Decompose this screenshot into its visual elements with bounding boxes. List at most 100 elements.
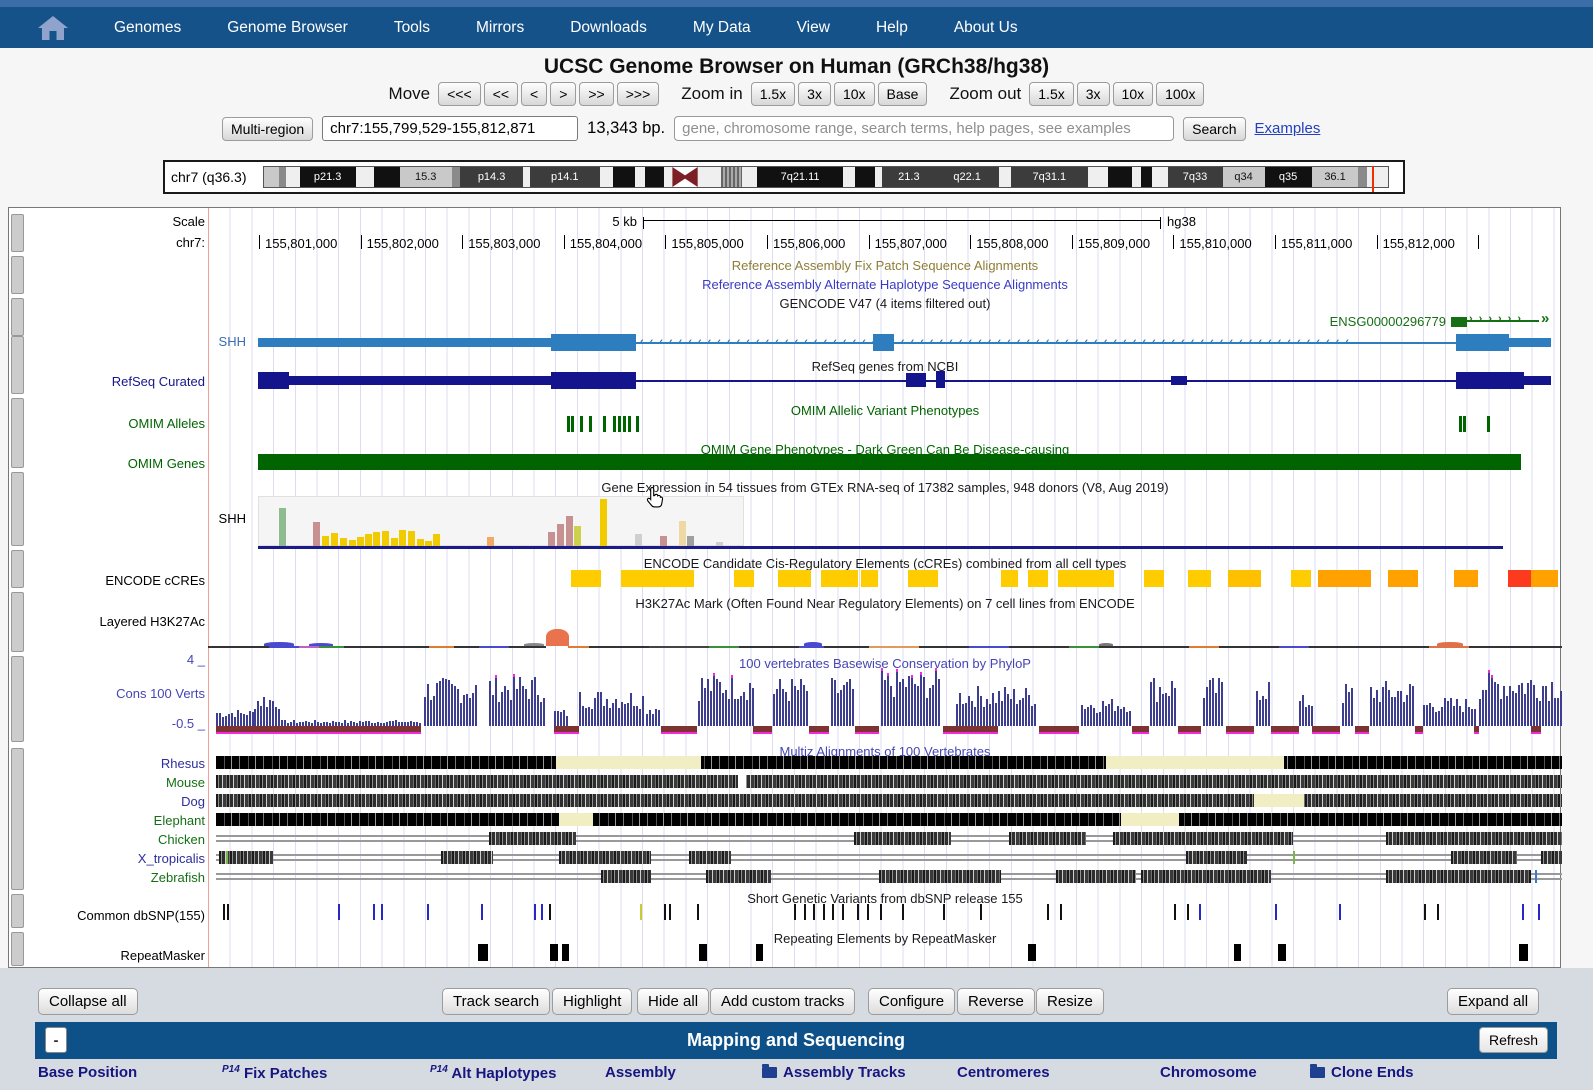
track-handle[interactable] [11,214,24,252]
align-block[interactable] [689,851,731,864]
title-cons[interactable]: 100 vertebrates Basewise Conservation by… [208,656,1562,671]
ideo-band[interactable] [664,167,672,187]
nav-tools[interactable]: Tools [394,19,430,37]
omim-variant-tick[interactable] [623,416,626,432]
omim-variant-tick[interactable] [603,416,606,432]
align-block[interactable] [1009,832,1086,845]
ideo-band[interactable] [1132,167,1140,187]
gtex-bar[interactable] [357,537,364,546]
position-input[interactable] [322,116,578,141]
title-repeat[interactable]: Repeating Elements by RepeatMasker [208,931,1562,946]
omim-variant-tick[interactable] [571,416,574,432]
exon-block[interactable] [1456,372,1524,389]
snp-tick[interactable] [1522,904,1524,920]
track-handle[interactable] [11,398,24,468]
snp-tick[interactable] [1275,904,1277,920]
ccre-box[interactable] [1144,570,1164,587]
refseq-track-label[interactable]: RefSeq Curated [33,374,205,389]
ccre-box[interactable] [1388,570,1418,587]
exon-block[interactable] [1456,334,1509,351]
ideo-band[interactable] [452,167,460,187]
ideo-band[interactable] [721,167,741,187]
refresh-button[interactable]: Refresh [1479,1027,1548,1053]
ideo-band-21.3[interactable]: 21.3 [882,167,936,187]
snp-tick[interactable] [880,904,882,920]
track-display[interactable]: Scale 5 kb hg38 chr7: 155,801,000155,802… [8,207,1561,968]
ideo-band[interactable] [264,167,279,187]
snp-tick[interactable] [427,904,429,920]
gtex-bar[interactable] [382,531,389,546]
track-search-button[interactable]: Track search [442,988,550,1015]
snp-track-label[interactable]: Common dbSNP(155) [33,908,205,923]
ccre-box[interactable] [734,570,754,587]
repeat-box[interactable] [1028,944,1036,961]
track-link-alt-haplotypes[interactable]: P14 Alt Haplotypes [430,1064,556,1082]
snp-tick[interactable] [832,904,834,920]
ideo-band[interactable] [672,167,697,187]
ccre-box[interactable] [571,570,601,587]
ccre-box[interactable] [1318,570,1371,587]
exon-block[interactable] [258,372,289,389]
h3k-peak[interactable] [546,629,569,646]
ccre-box[interactable] [821,570,858,587]
track-handle[interactable] [11,894,24,928]
align-block[interactable] [1386,832,1562,845]
ccre-box[interactable] [621,570,694,587]
gtex-bar[interactable] [408,531,415,546]
exon-block[interactable] [551,334,636,351]
ideo-band[interactable] [855,167,875,187]
align-block[interactable] [1386,870,1531,883]
align-row-rhesus[interactable] [216,756,1562,769]
ideo-band-q35[interactable]: q35 [1265,167,1312,187]
repeat-box[interactable] [550,944,558,961]
ideo-band[interactable] [613,167,635,187]
omim-variant-tick[interactable] [1459,416,1462,432]
zoom-in-10x[interactable]: 10x [834,82,875,106]
ccre-box[interactable] [1508,570,1531,587]
exon-block[interactable] [258,338,551,347]
align-block[interactable] [1186,851,1247,864]
gtex-bar[interactable] [635,534,642,546]
ideo-band[interactable] [645,167,664,187]
gtex-bar[interactable] [331,533,338,546]
ccre-box[interactable] [1228,570,1261,587]
align-block[interactable] [489,832,576,845]
omim-variant-tick[interactable] [567,416,570,432]
zoom-out-10x[interactable]: 10x [1113,82,1154,106]
ccre-box[interactable] [1028,570,1048,587]
move->[interactable]: > [550,82,576,106]
ideo-band[interactable] [1367,167,1388,187]
ensg-label[interactable]: ENSG00000296779 [208,314,1446,329]
exon-block[interactable] [906,373,926,387]
ccre-box[interactable] [1454,570,1478,587]
ccre-box[interactable] [778,570,811,587]
gtex-bar[interactable] [557,524,564,546]
ideo-band[interactable] [999,167,1011,187]
track-link-assembly-tracks[interactable]: Assembly Tracks [762,1064,906,1081]
align-block[interactable] [1451,851,1517,864]
snp-tick[interactable] [823,904,825,920]
align-line-x_tropicalis[interactable] [216,851,1562,864]
ideo-band[interactable] [374,167,399,187]
ideo-band[interactable] [600,167,614,187]
multi-region-button[interactable]: Multi-region [222,117,313,141]
nav-my-data[interactable]: My Data [693,19,751,37]
snp-tick[interactable] [1060,904,1062,920]
exon-block[interactable] [1171,376,1187,385]
nav-view[interactable]: View [797,19,830,37]
ideo-band-q34[interactable]: q34 [1223,167,1265,187]
ideo-band-7q33[interactable]: 7q33 [1168,167,1223,187]
ideo-band[interactable] [1108,167,1132,187]
zoom-in-1.5x[interactable]: 1.5x [751,82,795,106]
ccre-box[interactable] [1531,570,1558,587]
nav-mirrors[interactable]: Mirrors [476,19,524,37]
zoom-in-Base[interactable]: Base [878,82,928,106]
species-label-rhesus[interactable]: Rhesus [33,756,205,771]
omim-variant-tick[interactable] [580,416,583,432]
title-ccre[interactable]: ENCODE Candidate Cis-Regulatory Elements… [208,556,1562,571]
species-label-chicken[interactable]: Chicken [33,832,205,847]
gtex-bar[interactable] [566,516,573,546]
snp-tick[interactable] [1437,904,1439,920]
snp-tick[interactable] [381,904,383,920]
gtex-bar[interactable] [322,536,329,546]
